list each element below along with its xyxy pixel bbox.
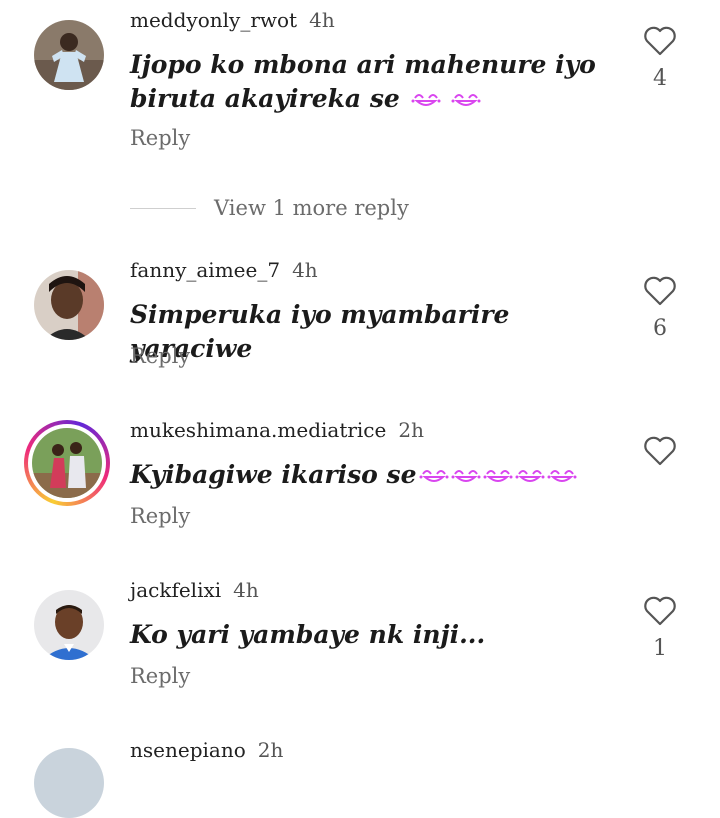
view-more-replies-label[interactable]: View 1 more reply [214, 196, 409, 220]
heart-icon[interactable] [643, 26, 677, 56]
timestamp: 4h [233, 578, 259, 602]
divider [130, 207, 196, 209]
timestamp: 4h [292, 258, 318, 282]
heart-icon[interactable] [643, 436, 677, 466]
avatar[interactable] [34, 748, 104, 818]
laughing-crying-emoji-icon [451, 84, 481, 118]
comment-text: Ko yari yambaye nk inji... [130, 618, 620, 652]
like-count: 6 [653, 316, 667, 341]
like-control: 1 [640, 596, 680, 662]
avatar [32, 428, 102, 498]
comment-meta: fanny_aimee_7 4h [130, 258, 318, 282]
view-more-replies[interactable]: View 1 more reply [130, 196, 409, 220]
timestamp: 4h [309, 8, 335, 32]
avatar[interactable] [34, 270, 104, 340]
comment-meta: meddyonly_rwot 4h [130, 8, 335, 32]
like-count: 1 [653, 636, 667, 661]
like-control: 6 [640, 276, 680, 342]
avatar[interactable] [34, 590, 104, 660]
like-count: 4 [653, 66, 667, 91]
comment-meta: nsenepiano 2h [130, 738, 283, 762]
laughing-crying-emoji-icon [483, 460, 513, 494]
comment-meta: mukeshimana.mediatrice 2h [130, 418, 424, 442]
username[interactable]: mukeshimana.mediatrice [130, 418, 386, 442]
avatar[interactable] [34, 20, 104, 90]
avatar-with-story-ring[interactable] [24, 420, 110, 506]
comment-body: Kyibagiwe ikariso se [130, 460, 417, 489]
laughing-crying-emoji-icon [451, 460, 481, 494]
like-control: 4 [640, 26, 680, 92]
comment-body: Ko yari yambaye nk inji... [130, 620, 486, 649]
reply-button[interactable]: Reply [130, 344, 190, 368]
comment-body: Ijopo ko mbona ari mahenure iyo biruta a… [130, 50, 596, 113]
username[interactable]: jackfelixi [130, 578, 221, 602]
laughing-crying-emoji-icon [411, 84, 441, 118]
like-count [640, 476, 680, 502]
laughing-crying-emoji-icon [419, 460, 449, 494]
comment-text: Simperuka iyo myambarire yaraciwe [130, 298, 620, 366]
reply-button[interactable]: Reply [130, 664, 190, 688]
story-ring-gap [28, 424, 106, 502]
comment-text: Ijopo ko mbona ari mahenure iyo biruta a… [130, 48, 620, 118]
reply-button[interactable]: Reply [130, 504, 190, 528]
reply-button[interactable]: Reply [130, 126, 190, 150]
username[interactable]: fanny_aimee_7 [130, 258, 280, 282]
timestamp: 2h [398, 418, 424, 442]
like-control [640, 436, 680, 502]
laughing-crying-emoji-icon [515, 460, 545, 494]
laughing-crying-emoji-icon [547, 460, 577, 494]
heart-icon[interactable] [643, 596, 677, 626]
timestamp: 2h [257, 738, 284, 762]
username[interactable]: meddyonly_rwot [130, 8, 297, 32]
comment-meta: jackfelixi 4h [130, 578, 259, 602]
comment-text: Kyibagiwe ikariso se [130, 458, 620, 494]
heart-icon[interactable] [643, 276, 677, 306]
username[interactable]: nsenepiano [130, 738, 246, 762]
